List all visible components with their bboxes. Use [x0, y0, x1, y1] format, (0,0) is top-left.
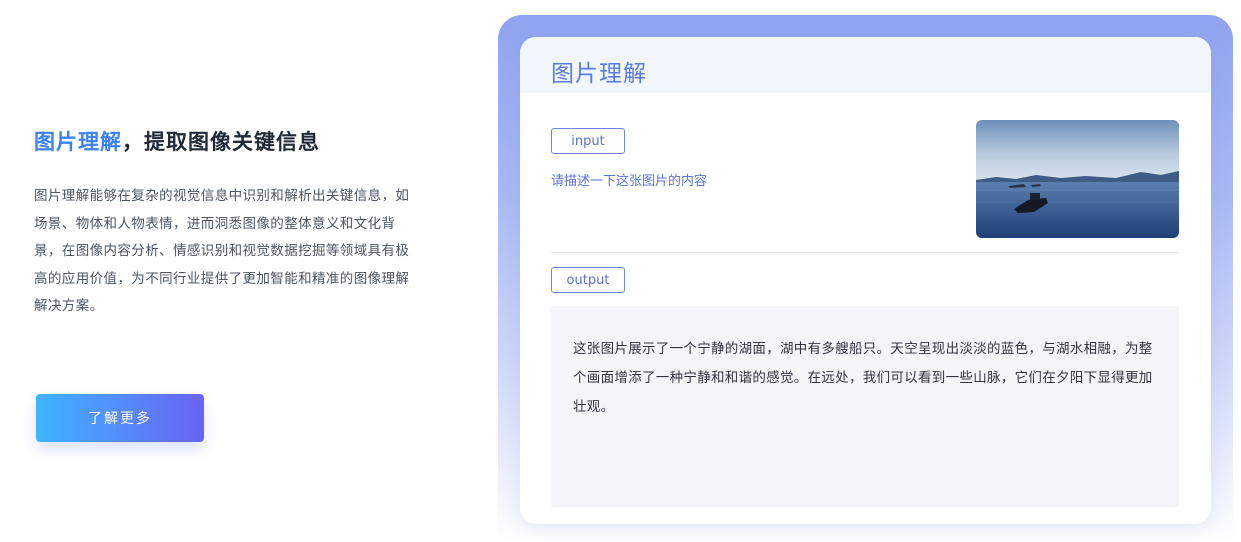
input-tag: input — [551, 128, 625, 154]
page: 图片理解，提取图像关键信息 图片理解能够在复杂的视觉信息中识别和解析出关键信息，… — [0, 0, 1241, 542]
output-tag: output — [551, 267, 625, 293]
output-box: 这张图片展示了一个宁静的湖面，湖中有多艘船只。天空呈现出淡淡的蓝色，与湖水相融，… — [551, 306, 1179, 507]
divider — [551, 252, 1179, 253]
demo-card-header: 图片理解 — [520, 37, 1211, 93]
section-title-rest: ，提取图像关键信息 — [122, 130, 320, 154]
section-description: 图片理解能够在复杂的视觉信息中识别和解析出关键信息，如场景、物体和人物表情，进而… — [34, 188, 410, 314]
output-text: 这张图片展示了一个宁静的湖面，湖中有多艘船只。天空呈现出淡淡的蓝色，与湖水相融，… — [573, 341, 1153, 415]
section-title: 图片理解，提取图像关键信息 — [34, 126, 320, 156]
learn-more-button[interactable]: 了解更多 — [36, 394, 204, 442]
prompt-text: 请描述一下这张图片的内容 — [551, 174, 708, 189]
demo-card: 图片理解 input 请描述一下这张图片的内容 output 这张图片展示了一个… — [520, 37, 1211, 524]
lake-photo — [976, 120, 1179, 238]
lake-photo-image — [976, 120, 1179, 238]
demo-title: 图片理解 — [551, 61, 647, 87]
section-title-accent: 图片理解 — [34, 130, 122, 154]
